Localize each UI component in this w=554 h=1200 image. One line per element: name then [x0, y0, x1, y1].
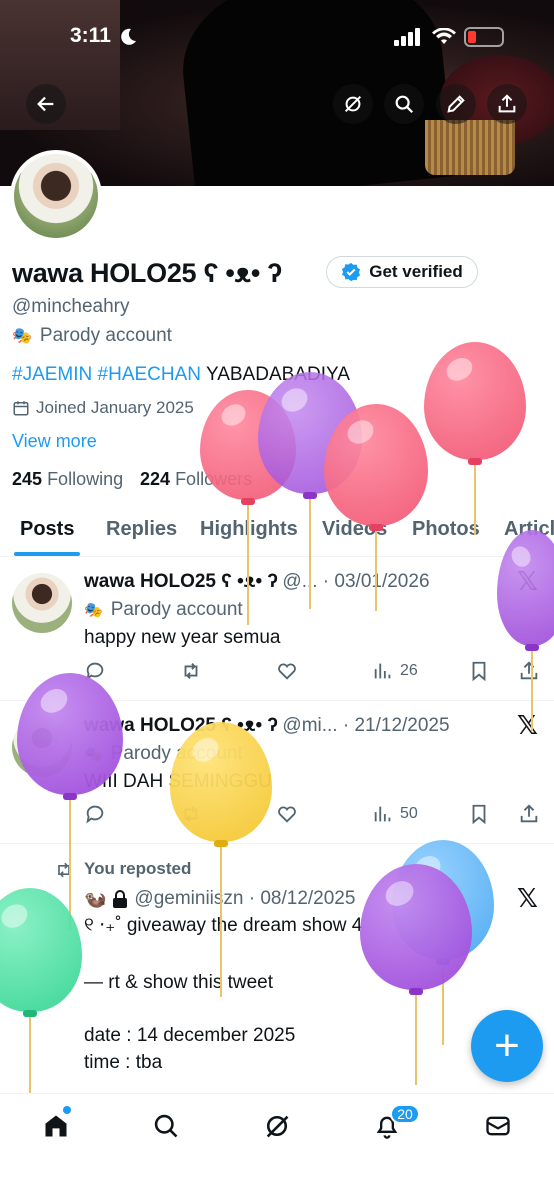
post-meta: @mi... · 21/12/2025: [282, 715, 450, 736]
moon-icon: [121, 28, 136, 45]
share-icon[interactable]: [518, 660, 540, 682]
balloon-purple: [497, 530, 554, 731]
repost-icon[interactable]: [180, 660, 202, 682]
post-avatar[interactable]: [12, 573, 72, 633]
edit-button[interactable]: [436, 84, 476, 124]
tab-replies[interactable]: Replies: [106, 518, 177, 541]
post-parody-label: Parody account: [110, 599, 243, 620]
calendar-icon: [13, 401, 29, 416]
mask-icon: 🎭: [12, 328, 32, 345]
status-time: 3:11: [70, 24, 111, 47]
profile-name: wawa HOLO25 ʕ •ᴥ• ʔ: [12, 258, 282, 288]
arrow-left-icon: [37, 96, 54, 112]
home-icon[interactable]: [42, 1112, 70, 1140]
like-icon[interactable]: [276, 803, 298, 825]
x-logo-icon[interactable]: 𝕏: [517, 884, 538, 914]
notifications-badge: 20: [390, 1104, 420, 1124]
mail-icon[interactable]: [484, 1112, 512, 1140]
repost-meta: @geminiiszn · 08/12/2025: [134, 888, 356, 909]
views-icon[interactable]: [372, 660, 394, 682]
following-link[interactable]: 245 Following: [12, 469, 123, 490]
like-icon[interactable]: [276, 660, 298, 682]
share-icon[interactable]: [518, 803, 540, 825]
compose-button[interactable]: +: [471, 1010, 543, 1082]
views-count: 50: [400, 805, 418, 822]
grok-icon: [344, 95, 362, 113]
get-verified-label: Get verified: [369, 262, 463, 281]
repost-line-1: ୧ ‧₊˚ giveaway the dream show 4: [84, 915, 363, 936]
joined-date: Joined January 2025: [36, 398, 194, 417]
back-button[interactable]: [26, 84, 66, 124]
grok-icon[interactable]: [263, 1112, 291, 1140]
share-icon: [498, 94, 516, 113]
post-parody-row: 🎭 Parody account: [84, 599, 243, 621]
following-count: 245: [12, 469, 43, 489]
bookmark-icon[interactable]: [468, 660, 490, 682]
verified-badge-icon: [342, 262, 361, 282]
parody-label-row: 🎭 Parody account: [12, 325, 172, 347]
views-icon[interactable]: [372, 803, 394, 825]
battery-icon: [464, 27, 504, 47]
balloon-green: [0, 888, 82, 1097]
share-button[interactable]: [487, 84, 527, 124]
repost-line-4: time : tba: [84, 1052, 163, 1073]
views-count: 26: [400, 662, 418, 679]
otter-emoji-icon: 🦦: [84, 888, 107, 909]
search-icon: [395, 95, 414, 114]
view-more-link[interactable]: View more: [12, 431, 97, 452]
reply-icon[interactable]: [84, 803, 106, 825]
bookmark-icon[interactable]: [468, 803, 490, 825]
parody-label: Parody account: [39, 325, 172, 346]
joined-row: Joined January 2025: [12, 398, 194, 418]
bio-hashtag-haechan[interactable]: #HAECHAN: [98, 364, 201, 385]
wifi-icon: [432, 28, 456, 44]
signal-icon: [394, 28, 420, 46]
balloon-yellow: [170, 722, 272, 997]
repost-icon: [58, 862, 70, 878]
search-button[interactable]: [384, 84, 424, 124]
mask-icon: 🎭: [84, 602, 103, 619]
bio-hashtag-jaemin[interactable]: #JAEMIN: [12, 364, 92, 385]
grok-button[interactable]: [333, 84, 373, 124]
post-meta: @... · 03/01/2026: [282, 571, 430, 592]
balloon-pink: [424, 342, 526, 535]
following-label: Following: [47, 469, 124, 489]
followers-count: 224: [140, 469, 171, 489]
balloon-purple: [360, 864, 472, 1085]
get-verified-button[interactable]: Get verified: [326, 256, 478, 288]
repost-line-3: date : 14 december 2025: [84, 1025, 296, 1046]
lock-icon: [113, 890, 128, 908]
post-text: happy new year semua: [84, 627, 281, 648]
pencil-icon: [447, 95, 465, 113]
profile-avatar[interactable]: [10, 150, 102, 242]
x-logo-icon[interactable]: 𝕏: [517, 711, 538, 741]
bottom-nav: [0, 1093, 554, 1200]
repost-line-2: — rt & show this tweet: [84, 972, 274, 993]
repost-label: You reposted: [84, 859, 192, 878]
balloon-purple: [17, 673, 123, 930]
search-icon[interactable]: [152, 1112, 180, 1140]
tab-posts[interactable]: Posts: [20, 518, 74, 541]
post-header: wawa HOLO25 ʕ •ᴥ• ʔ @... · 03/01/2026: [84, 571, 430, 593]
balloon-pink: [324, 404, 428, 611]
home-dot: [63, 1106, 71, 1114]
profile-handle: @mincheahry: [12, 296, 130, 317]
